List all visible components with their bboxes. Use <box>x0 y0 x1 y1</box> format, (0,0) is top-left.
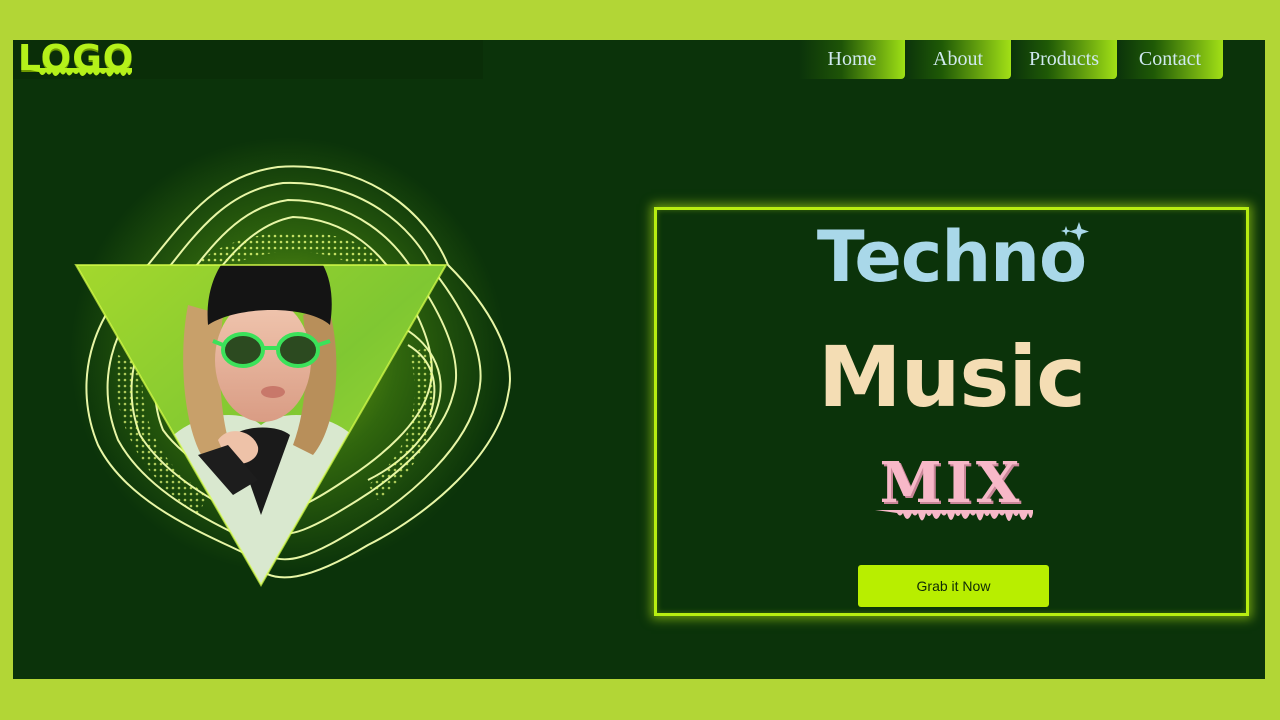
nav-products[interactable]: Products <box>1011 40 1117 79</box>
sparkle-icon <box>1061 222 1089 241</box>
title-techno: Techno <box>816 216 1087 298</box>
hero-artwork <box>74 165 511 587</box>
main-nav: Home About Products Contact <box>799 40 1223 79</box>
nav-about[interactable]: About <box>905 40 1011 79</box>
logo-drips <box>22 68 132 77</box>
nav-contact[interactable]: Contact <box>1117 40 1223 79</box>
grab-it-now-button[interactable]: Grab it Now <box>858 565 1049 607</box>
mix-drips <box>875 510 1033 521</box>
nav-home[interactable]: Home <box>799 40 905 79</box>
title-mix: MIX <box>879 450 1024 516</box>
promo-card: Techno Music MIX Grab it Now <box>654 207 1249 616</box>
title-music: Music <box>818 328 1086 426</box>
page-frame: LOGO Home About Products Contact Techno … <box>13 40 1265 679</box>
